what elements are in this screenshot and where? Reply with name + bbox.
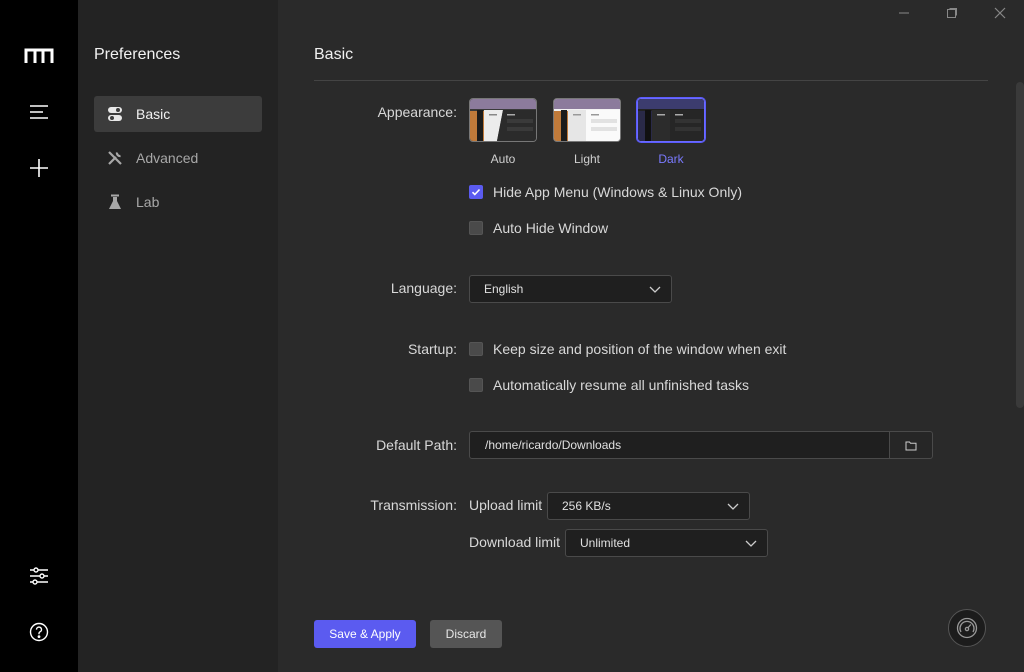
sidebar-item-label: Basic	[136, 106, 171, 122]
theme-dark-label: Dark	[658, 152, 684, 166]
toggle-icon	[106, 105, 124, 123]
keep-size-label: Keep size and position of the window whe…	[493, 341, 787, 357]
theme-auto-thumbnail[interactable]	[469, 98, 537, 142]
language-select[interactable]: English	[469, 275, 672, 303]
theme-light-thumbnail[interactable]	[553, 98, 621, 142]
appearance-label: Appearance:	[377, 104, 457, 120]
add-task-icon[interactable]	[23, 152, 55, 184]
help-icon[interactable]	[23, 616, 55, 648]
default-path-label: Default Path:	[376, 437, 457, 453]
default-path-input[interactable]: /home/ricardo/Downloads	[469, 431, 891, 459]
download-limit-select[interactable]: Unlimited	[565, 529, 768, 557]
app-rail	[0, 0, 78, 672]
preferences-sidebar: Preferences Basic Advanced Lab	[78, 0, 278, 672]
resume-tasks-label: Automatically resume all unfinished task…	[493, 377, 750, 393]
menu-icon[interactable]	[23, 96, 55, 128]
minimize-icon[interactable]	[895, 4, 913, 22]
sidebar-item-label: Advanced	[136, 150, 199, 166]
speedometer-icon	[956, 617, 978, 639]
divider	[314, 80, 988, 81]
chevron-down-icon	[727, 503, 739, 510]
save-apply-button[interactable]: Save & Apply	[314, 620, 416, 648]
transmission-label: Transmission:	[370, 497, 457, 513]
preferences-main: Basic Appearance: Auto Light Dark Hide A…	[278, 0, 1024, 672]
auto-hide-window-label: Auto Hide Window	[493, 220, 609, 236]
auto-hide-window-checkbox[interactable]	[469, 221, 483, 235]
tools-icon	[106, 149, 124, 167]
maximize-icon[interactable]	[943, 4, 961, 22]
default-path-value: /home/ricardo/Downloads	[485, 438, 622, 452]
language-value: English	[484, 282, 524, 296]
theme-light-label: Light	[573, 152, 601, 166]
motrix-logo-icon	[23, 40, 55, 72]
close-icon[interactable]	[991, 4, 1009, 22]
keep-size-checkbox[interactable]	[469, 342, 483, 356]
download-limit-value: Unlimited	[580, 536, 631, 550]
hide-app-menu-label: Hide App Menu (Windows & Linux Only)	[493, 184, 742, 200]
resume-tasks-checkbox[interactable]	[469, 378, 483, 392]
preferences-icon[interactable]	[23, 560, 55, 592]
chevron-down-icon	[649, 286, 661, 293]
scrollbar[interactable]	[1016, 82, 1024, 408]
sidebar-item-advanced[interactable]: Advanced	[94, 140, 262, 176]
upload-limit-value: 256 KB/s	[562, 499, 611, 513]
folder-icon	[905, 441, 917, 450]
chevron-down-icon	[745, 540, 757, 547]
check-icon	[471, 188, 481, 196]
language-label: Language:	[390, 280, 457, 296]
download-limit-label: Download limit	[469, 534, 561, 550]
page-title: Basic	[314, 46, 354, 63]
speed-limit-button[interactable]	[948, 609, 986, 647]
sidebar-item-basic[interactable]: Basic	[94, 96, 262, 132]
theme-auto-label: Auto	[490, 152, 516, 166]
hide-app-menu-checkbox[interactable]	[469, 185, 483, 199]
flask-icon	[106, 193, 124, 211]
theme-dark-thumbnail[interactable]	[637, 98, 705, 142]
browse-folder-button[interactable]	[889, 431, 933, 459]
sidebar-item-label: Lab	[136, 194, 160, 210]
sidebar-item-lab[interactable]: Lab	[94, 184, 262, 220]
sidebar-title: Preferences	[94, 46, 181, 63]
upload-limit-label: Upload limit	[469, 497, 543, 513]
upload-limit-select[interactable]: 256 KB/s	[547, 492, 750, 520]
startup-label: Startup:	[407, 341, 457, 357]
discard-button[interactable]: Discard	[430, 620, 502, 648]
